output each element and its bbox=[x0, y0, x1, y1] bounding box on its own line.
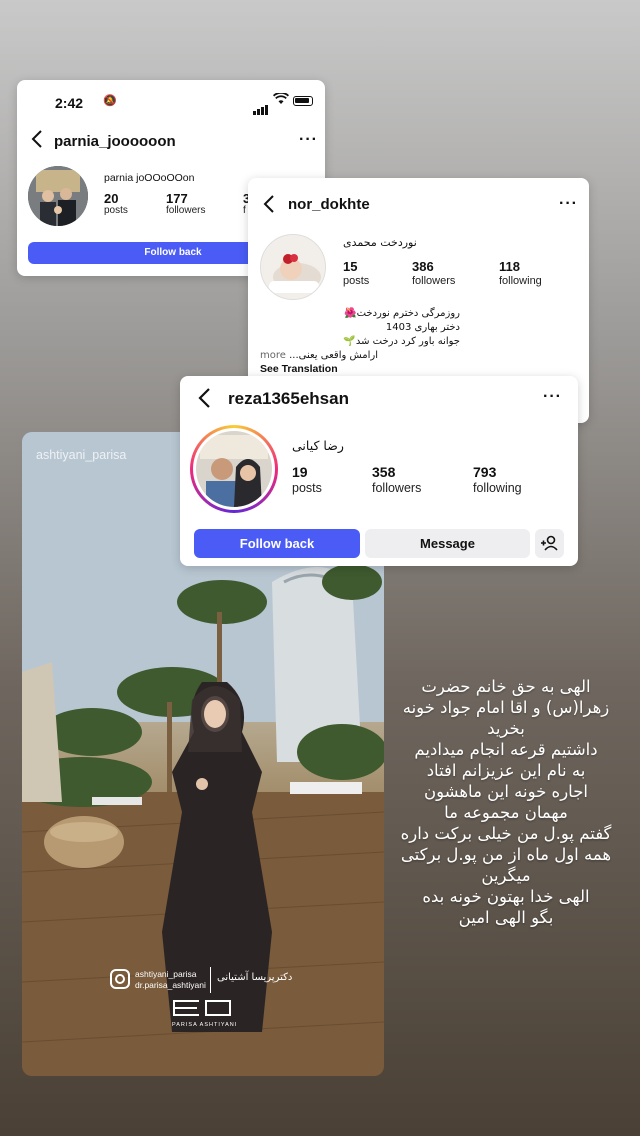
profile-avatar-story-ring[interactable] bbox=[190, 425, 278, 513]
followers-label: followers bbox=[372, 481, 422, 495]
more-options-icon[interactable]: ··· bbox=[559, 195, 578, 213]
caption-line: الهی به حق خانم حضرت bbox=[421, 677, 591, 696]
profile-username: nor_dokhte bbox=[288, 196, 370, 213]
posts-count[interactable]: 19 bbox=[292, 464, 308, 480]
back-chevron-icon[interactable] bbox=[31, 130, 43, 152]
caption-line: مهمان مجموعه ما bbox=[444, 803, 568, 822]
signal-icon bbox=[253, 97, 269, 115]
profile-display-name: رضا کیانی bbox=[292, 438, 344, 453]
caption-line: بگو الهی امین bbox=[458, 908, 554, 927]
posts-label: posts bbox=[104, 205, 128, 216]
posts-count[interactable]: 15 bbox=[343, 259, 357, 274]
profile-display-name: parnia joOOoOOon bbox=[104, 172, 195, 184]
story-handle: dr.parisa_ashtiyani bbox=[135, 980, 206, 990]
story-handle: ashtiyani_parisa bbox=[135, 969, 197, 979]
see-translation-link[interactable]: See Translation bbox=[260, 363, 338, 375]
bio-line: روزمرگی دخترم نوردخت🌺 bbox=[344, 308, 460, 319]
following-count[interactable]: 118 bbox=[499, 259, 520, 274]
parisa-logo bbox=[173, 1000, 233, 1018]
status-time: 2:42 bbox=[55, 95, 84, 111]
add-user-icon bbox=[541, 535, 558, 551]
profile-avatar[interactable] bbox=[28, 166, 88, 226]
more-options-icon[interactable]: ··· bbox=[543, 388, 562, 406]
status-bar: 2:42 🔕 bbox=[17, 80, 325, 124]
followers-count[interactable]: 386 bbox=[412, 259, 434, 274]
more-link[interactable]: more bbox=[260, 350, 286, 361]
muted-bell-icon: 🔕 bbox=[103, 95, 117, 107]
caption-line: گفتم پو.ل من خیلی برکت داره bbox=[400, 824, 612, 843]
caption-line: اجاره خونه این ماهشون bbox=[424, 782, 588, 801]
follow-back-button[interactable]: Follow back bbox=[194, 529, 360, 558]
caption-line: به نام این عزیزانم افتاد bbox=[426, 761, 586, 780]
story-account-watermark: ashtiyani_parisa bbox=[36, 448, 127, 462]
caption-line: همه اول ماه از من پو.ل برکتی bbox=[400, 845, 612, 864]
posts-count[interactable]: 20 bbox=[104, 191, 118, 206]
instagram-icon bbox=[110, 969, 130, 989]
profile-avatar[interactable] bbox=[260, 234, 326, 300]
bio-line: دختر بهاری 1403 bbox=[385, 322, 460, 333]
profile-card-reza: reza1365ehsan ··· رضا کیانی 19 posts 358… bbox=[180, 376, 578, 566]
posts-label: posts bbox=[343, 275, 370, 287]
logo-caption: PARISA ASHTIYANI bbox=[172, 1022, 238, 1028]
caption-line: بخرید bbox=[487, 719, 525, 738]
followers-label: followers bbox=[166, 205, 206, 216]
story-caption: الهی به حق خانم حضرت زهرا(س) و اقا امام … bbox=[380, 676, 632, 928]
story-signature: دکترپریسا آشتیانی bbox=[217, 972, 293, 983]
following-label: following bbox=[499, 275, 542, 287]
more-options-icon[interactable]: ··· bbox=[299, 131, 318, 149]
back-chevron-icon[interactable] bbox=[198, 388, 211, 412]
profile-bio: روزمرگی دخترم نوردخت🌺 دختر بهاری 1403 جو… bbox=[260, 307, 460, 363]
divider bbox=[210, 967, 211, 993]
followers-label: followers bbox=[412, 275, 456, 287]
following-label: f bbox=[243, 205, 246, 216]
bio-line: ارامش واقعی یعنی... bbox=[289, 350, 378, 361]
wifi-icon bbox=[272, 91, 290, 108]
caption-line: زهرا(س) و اقا امام جواد خونه bbox=[402, 698, 610, 717]
caption-line: الهی خدا بهتون خونه بده bbox=[422, 887, 590, 906]
posts-label: posts bbox=[292, 481, 322, 495]
profile-username: parnia_joooooon bbox=[54, 133, 176, 150]
caption-line: میگرین bbox=[481, 866, 531, 885]
battery-icon bbox=[293, 96, 313, 106]
following-count[interactable]: 793 bbox=[473, 464, 496, 480]
back-chevron-icon[interactable] bbox=[263, 195, 275, 217]
message-button[interactable]: Message bbox=[365, 529, 530, 558]
bio-line-with-more: more ارامش واقعی یعنی... bbox=[260, 349, 460, 363]
profile-username: reza1365ehsan bbox=[228, 389, 349, 408]
followers-count[interactable]: 177 bbox=[166, 191, 188, 206]
following-label: following bbox=[473, 481, 522, 495]
bio-line: جوانه باور کرد درخت شد🌱 bbox=[343, 336, 460, 347]
profile-display-name: نوردخت محمدی bbox=[343, 236, 417, 249]
followers-count[interactable]: 358 bbox=[372, 464, 395, 480]
caption-line: داشتیم قرعه انجام میدادیم bbox=[414, 740, 598, 759]
add-user-button[interactable] bbox=[535, 529, 564, 558]
